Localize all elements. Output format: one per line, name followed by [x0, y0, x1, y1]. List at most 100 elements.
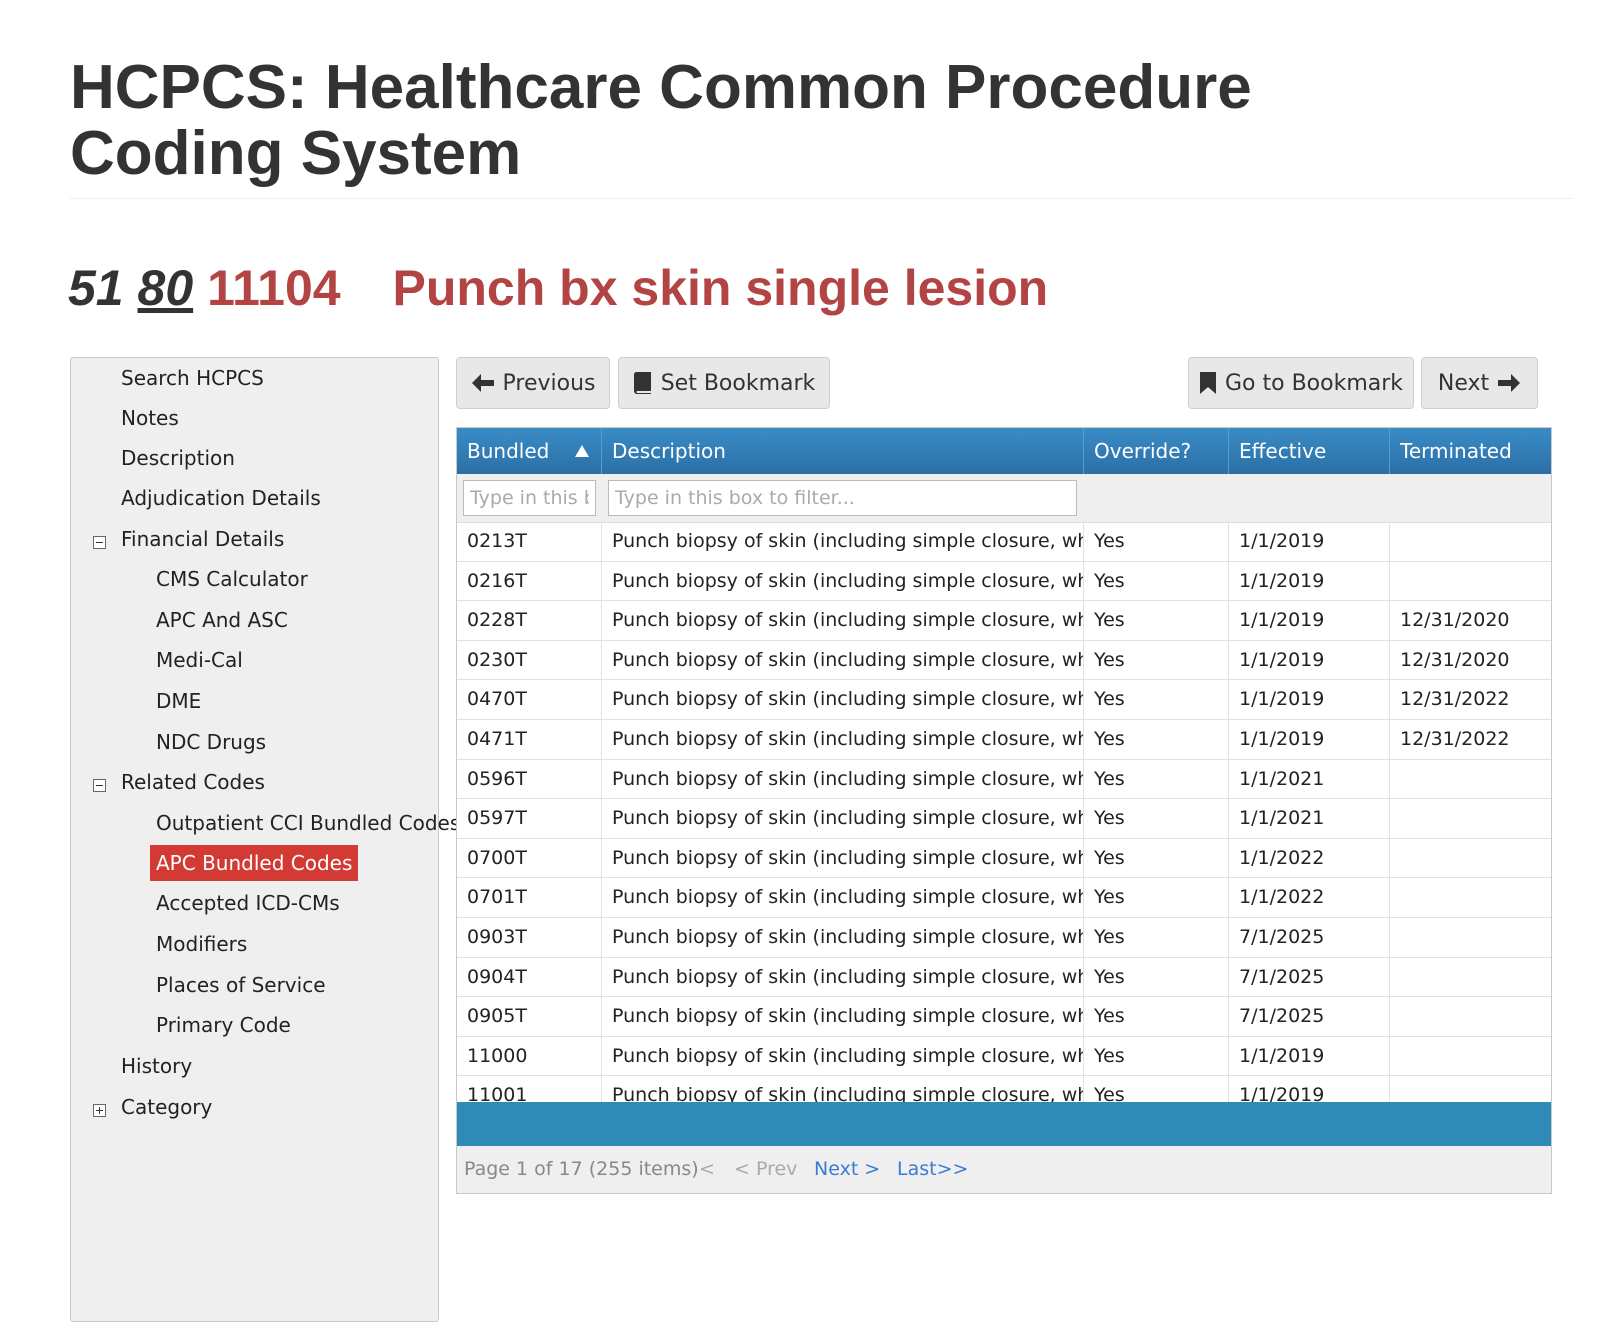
cell-terminated	[1390, 839, 1551, 878]
go-to-bookmark-button[interactable]: Go to Bookmark	[1188, 357, 1414, 409]
sidebar-item-related-codes[interactable]: Related Codes	[121, 764, 265, 800]
cell-terminated	[1390, 1037, 1551, 1076]
table-row[interactable]: 0903T Punch biopsy of skin (including sim…	[457, 917, 1551, 958]
sidebar-nav: Search HCPCS Notes Description Adjudicat…	[70, 357, 460, 1322]
arrow-left-icon	[471, 374, 494, 392]
cell-effective: 1/1/2019	[1229, 1036, 1390, 1076]
set-bookmark-button[interactable]: Set Bookmark	[618, 357, 830, 409]
sidebar-item-places-of-service[interactable]: Places of Service	[156, 967, 326, 1003]
cell-override: Yes	[1084, 878, 1229, 917]
cell-bundled: 0213T	[457, 522, 602, 561]
sidebar-item-description[interactable]: Description	[121, 440, 235, 476]
grid-header: Bundled Description Override? Effective …	[457, 428, 1551, 475]
cell-terminated	[1390, 878, 1551, 917]
cell-effective: 1/1/2019	[1229, 522, 1390, 561]
book-icon	[633, 372, 651, 394]
table-row[interactable]: 0228T Punch biopsy of skin (including sim…	[457, 601, 1551, 641]
pager-last[interactable]: Last>>	[897, 1146, 968, 1193]
sidebar-item-apc-bundled-codes[interactable]: APC Bundled Codes	[150, 845, 359, 881]
table-row[interactable]: 0905T Punch biopsy of skin (including sim…	[457, 997, 1551, 1037]
cell-bundled: 0230T	[457, 640, 602, 680]
sidebar-item-accepted-icd-cms[interactable]: Accepted ICD-CMs	[156, 885, 340, 921]
sidebar-item-medi-cal[interactable]: Medi-Cal	[156, 642, 243, 678]
cell-terminated	[1390, 997, 1551, 1036]
sidebar-item-search-hcpcs[interactable]: Search HCPCS	[121, 360, 264, 396]
cell-effective: 1/1/2019	[1229, 601, 1390, 640]
cell-override: Yes	[1084, 799, 1229, 838]
code-header: 51 80 11104 Punch bx skin single lesion	[68, 258, 1048, 318]
cell-override: Yes	[1084, 601, 1229, 640]
table-row[interactable]: 0700T Punch biopsy of skin (including sim…	[457, 838, 1551, 879]
cell-terminated	[1390, 760, 1551, 799]
column-header-bundled[interactable]: Bundled	[457, 428, 602, 474]
sidebar-item-modifiers[interactable]: Modifiers	[156, 926, 247, 962]
description-filter-input[interactable]	[608, 480, 1077, 516]
table-row[interactable]: 11000 Punch biopsy of skin (including sim…	[457, 1036, 1551, 1077]
sidebar-item-ndc-drugs[interactable]: NDC Drugs	[156, 724, 266, 760]
sidebar-item-financial-details[interactable]: Financial Details	[121, 521, 284, 557]
cell-terminated: 12/31/2022	[1400, 688, 1510, 711]
table-row[interactable]: 0230T Punch biopsy of skin (including sim…	[457, 640, 1551, 681]
cell-effective: 7/1/2025	[1229, 997, 1390, 1036]
cell-effective: 1/1/2021	[1229, 759, 1390, 799]
hcpcs-description: Punch bx skin single lesion	[392, 260, 1049, 316]
collapse-icon[interactable]	[93, 536, 106, 549]
cell-effective: 1/1/2021	[1229, 799, 1390, 838]
code-number-80-link[interactable]: 80	[138, 260, 194, 316]
collapse-icon[interactable]	[93, 779, 106, 792]
set-bookmark-label: Set Bookmark	[660, 370, 816, 396]
cell-description: Punch biopsy of skin (including simple c…	[602, 799, 1084, 838]
cell-effective: 1/1/2019	[1229, 640, 1390, 680]
previous-button[interactable]: Previous	[456, 357, 610, 409]
cell-description: Punch biopsy of skin (including simple c…	[602, 997, 1084, 1036]
sidebar-item-cms-calculator[interactable]: CMS Calculator	[156, 561, 308, 597]
table-row[interactable]: 0597T Punch biopsy of skin (including sim…	[457, 799, 1551, 839]
cell-bundled: 0701T	[457, 878, 602, 917]
sidebar-item-primary-code[interactable]: Primary Code	[156, 1007, 291, 1043]
column-header-terminated[interactable]: Terminated	[1390, 428, 1551, 474]
sidebar-item-history[interactable]: History	[121, 1048, 192, 1084]
pager-prev[interactable]: < Prev	[734, 1146, 797, 1193]
table-row[interactable]: 0213T Punch biopsy of skin (including sim…	[457, 522, 1551, 562]
hcpcs-code: 11104	[207, 260, 341, 316]
table-row[interactable]: 0216T Punch biopsy of skin (including sim…	[457, 561, 1551, 602]
next-button[interactable]: Next	[1421, 357, 1538, 409]
cell-bundled: 0471T	[457, 719, 602, 759]
cell-bundled: 0904T	[457, 957, 602, 997]
expand-icon[interactable]	[93, 1104, 106, 1117]
cell-effective: 7/1/2025	[1229, 917, 1390, 957]
sidebar-item-category[interactable]: Category	[121, 1089, 212, 1125]
cell-description: Punch biopsy of skin (including simple c…	[602, 640, 1084, 680]
pager: Page 1 of 17 (255 items) < < Prev Next >…	[457, 1146, 1551, 1193]
table-row[interactable]: 0904T Punch biopsy of skin (including sim…	[457, 957, 1551, 998]
sidebar-item-dme[interactable]: DME	[156, 683, 201, 719]
sidebar-item-apc-and-asc[interactable]: APC And ASC	[156, 602, 288, 638]
cell-effective: 1/1/2019	[1229, 719, 1390, 759]
pager-first[interactable]: <	[699, 1146, 715, 1193]
cell-terminated	[1390, 522, 1551, 561]
filter-row	[457, 474, 1551, 523]
sidebar-item-adjudication-details[interactable]: Adjudication Details	[121, 480, 321, 516]
table-row[interactable]: 0596T Punch biopsy of skin (including sim…	[457, 759, 1551, 800]
cell-description: Punch biopsy of skin (including simple c…	[602, 561, 1084, 601]
code-number-51: 51	[68, 260, 124, 316]
table-row[interactable]: 0701T Punch biopsy of skin (including sim…	[457, 878, 1551, 918]
column-header-override[interactable]: Override?	[1084, 428, 1229, 474]
cell-effective: 1/1/2022	[1229, 838, 1390, 878]
cell-description: Punch biopsy of skin (including simple c…	[602, 917, 1084, 957]
cell-override: Yes	[1084, 997, 1229, 1036]
pager-next[interactable]: Next >	[814, 1146, 880, 1193]
sort-ascending-icon	[575, 445, 589, 457]
cell-override: Yes	[1084, 1036, 1229, 1076]
sidebar-item-notes[interactable]: Notes	[121, 400, 179, 436]
sidebar-item-outpatient-cci-bundled-codes[interactable]: Outpatient CCI Bundled Codes	[156, 805, 460, 841]
arrow-right-icon	[1498, 374, 1521, 392]
cell-description: Punch biopsy of skin (including simple c…	[602, 759, 1084, 799]
cell-terminated	[1390, 958, 1551, 997]
bundled-filter-input[interactable]	[463, 480, 596, 516]
column-header-description[interactable]: Description	[602, 428, 1084, 474]
column-header-effective[interactable]: Effective	[1229, 428, 1390, 474]
cell-terminated: 12/31/2022	[1400, 727, 1510, 750]
table-row[interactable]: 0471T Punch biopsy of skin (including sim…	[457, 719, 1551, 760]
table-row[interactable]: 0470T Punch biopsy of skin (including sim…	[457, 680, 1551, 720]
